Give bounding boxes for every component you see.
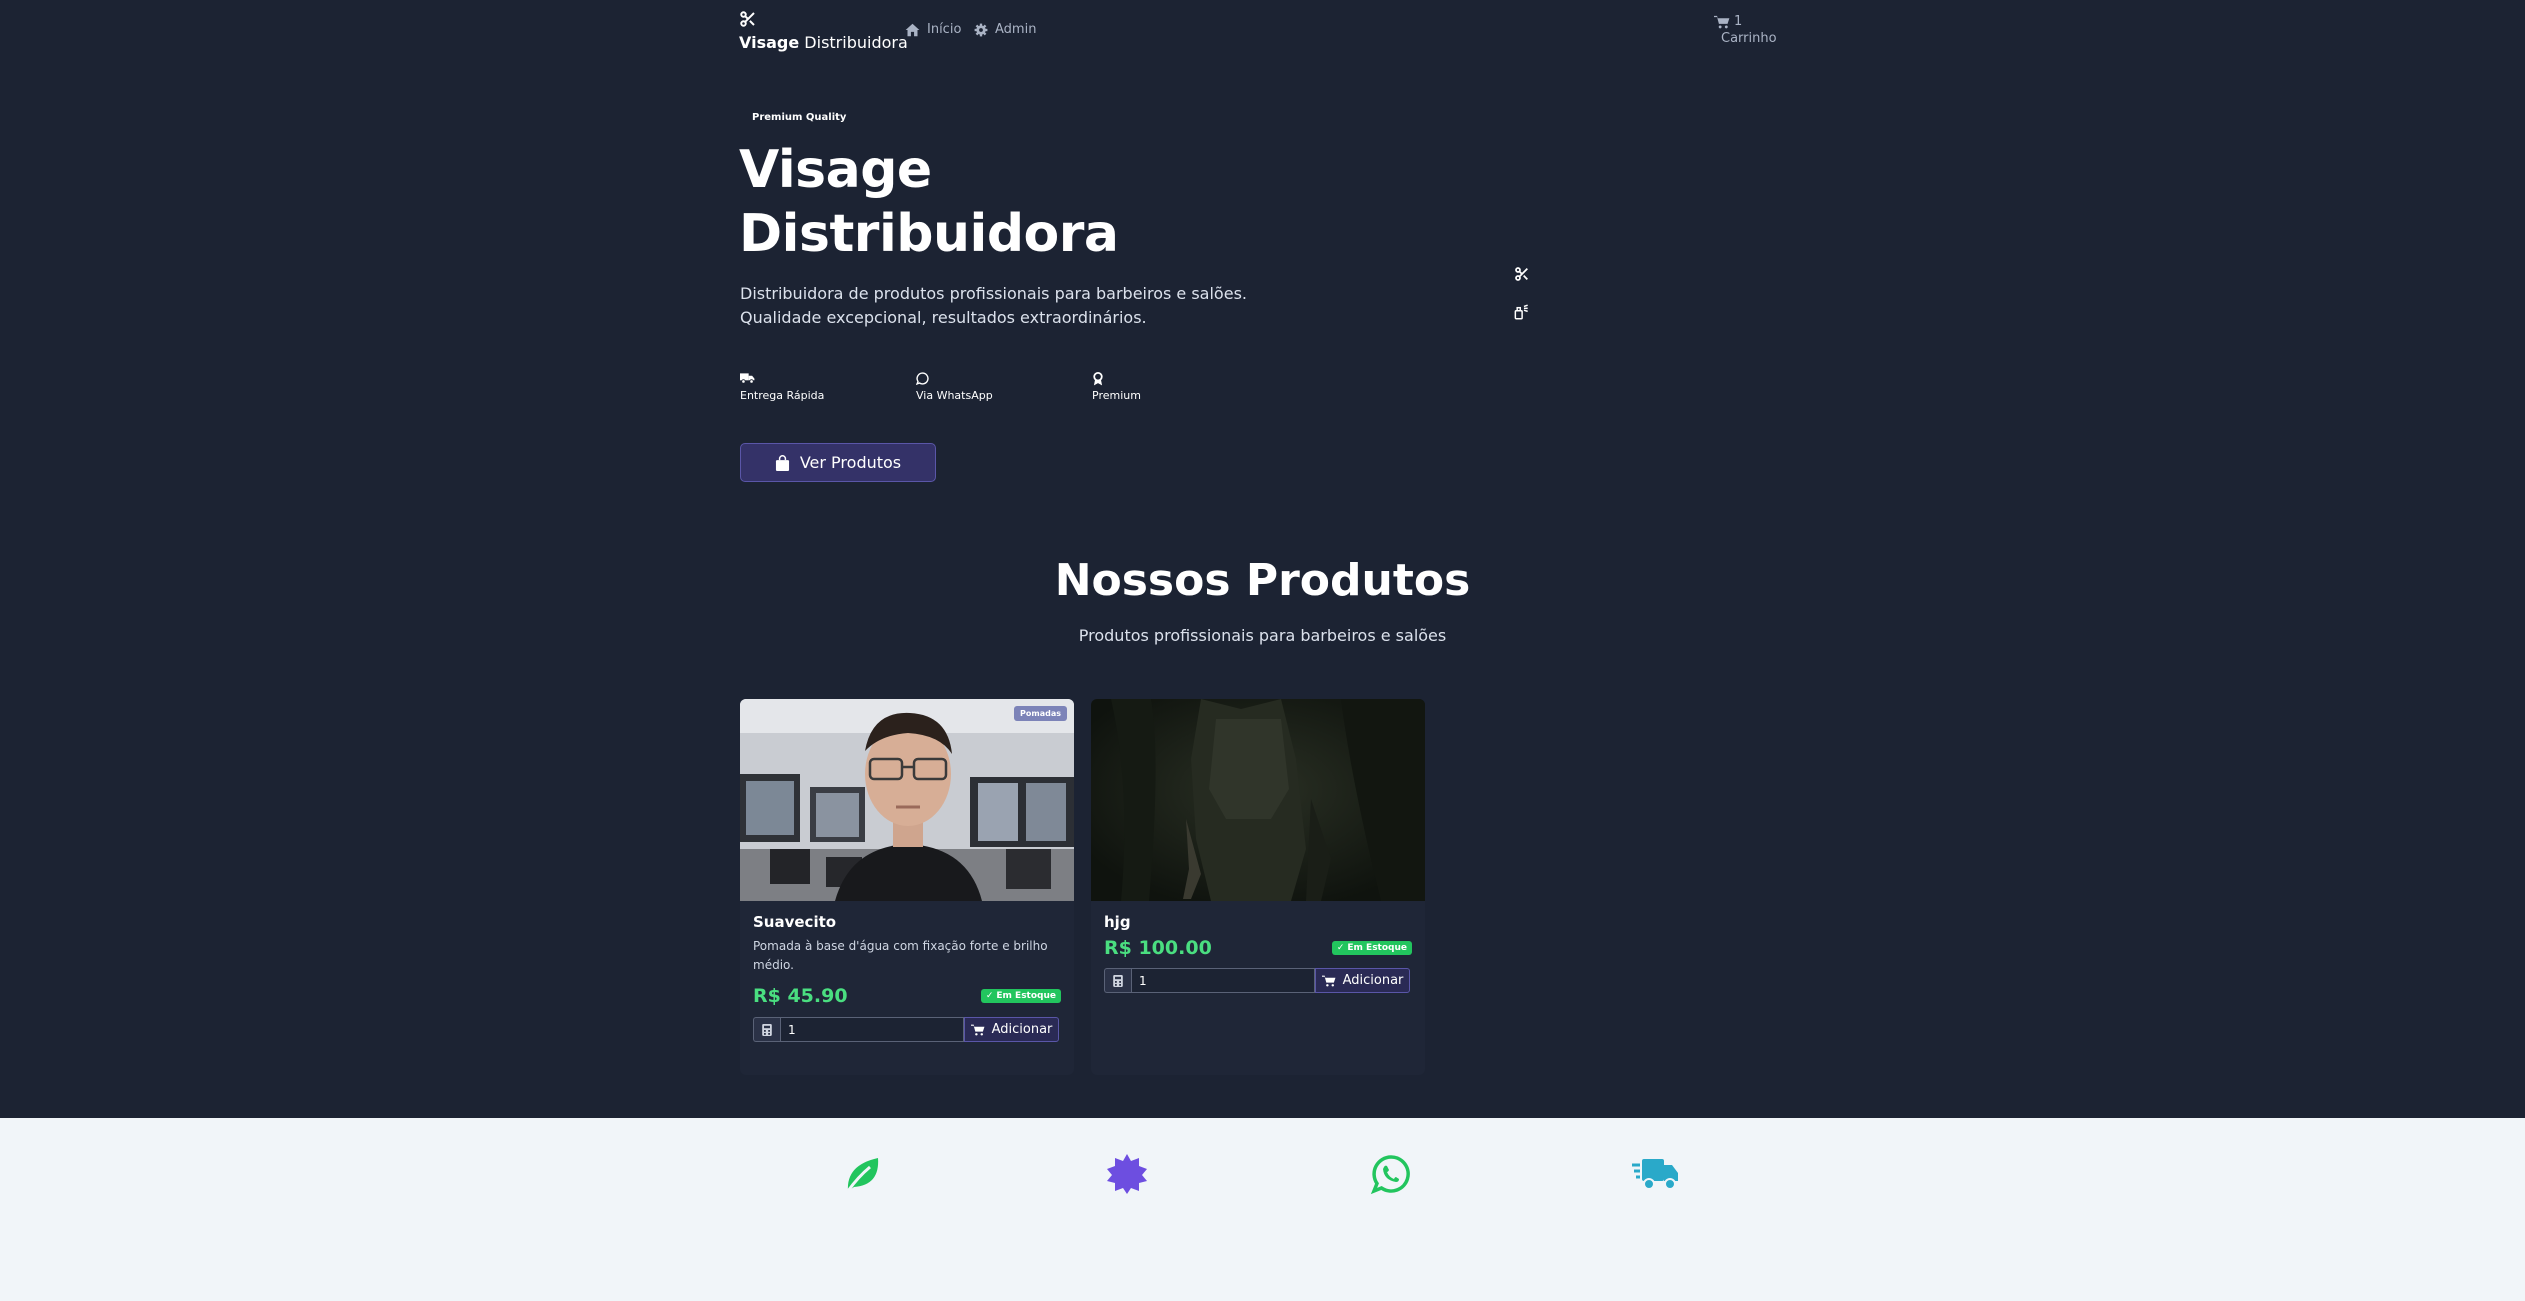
scissors-logo-icon[interactable]	[739, 10, 757, 28]
nav-link-admin[interactable]: Admin	[974, 22, 1036, 37]
home-icon	[905, 23, 920, 37]
hero-title-line: Visage	[739, 140, 932, 200]
ver-produtos-label: Ver Produtos	[799, 453, 902, 472]
brand-name[interactable]: Visage Distribuidora	[739, 33, 908, 52]
hero-description-line: Distribuidora de produtos profissionais …	[740, 284, 1247, 303]
product-image	[1091, 699, 1425, 901]
stock-badge: ✓ Em Estoque	[1331, 941, 1412, 955]
hero-title: Visage Distribuidora	[739, 138, 1119, 266]
cart-button[interactable]: 1 Carrinho	[1714, 14, 1777, 46]
whatsapp-icon	[1370, 1153, 1412, 1195]
section-title: Nossos Produtos	[1054, 555, 1471, 606]
product-name: hjg	[1104, 913, 1131, 931]
cart-count: 1	[1734, 14, 1743, 29]
product-card: Pomadas Suavecito Pomada à base d'água c…	[740, 699, 1074, 1075]
section-subtitle: Produtos profissionais para barbeiros e …	[1078, 626, 1447, 645]
check-icon: ✓	[1336, 943, 1345, 953]
feature-premium: Premium	[1092, 372, 1141, 402]
ver-produtos-button[interactable]: Ver Produtos	[740, 443, 936, 482]
stock-badge: ✓ Em Estoque	[980, 989, 1061, 1003]
product-card: hjg R$ 100.00 ✓ Em Estoque 1 Adicionar	[1091, 699, 1425, 1075]
product-price: R$ 100.00	[1104, 937, 1212, 959]
feature-label: Via WhatsApp	[916, 389, 993, 402]
stock-label: Em Estoque	[1347, 943, 1407, 953]
hero-description: Distribuidora de produtos profissionais …	[740, 282, 1300, 330]
product-image: Pomadas	[740, 699, 1074, 901]
product-price: R$ 45.90	[753, 985, 848, 1007]
add-to-cart-label: Adicionar	[1342, 973, 1404, 988]
add-to-cart-label: Adicionar	[991, 1022, 1053, 1037]
truck-fast-icon	[1632, 1153, 1678, 1195]
feature-entrega: Entrega Rápida	[740, 372, 824, 402]
add-to-cart-button[interactable]: Adicionar	[964, 1017, 1059, 1042]
cart-icon	[970, 1024, 985, 1036]
product-name: Suavecito	[753, 913, 837, 931]
badge-icon	[1106, 1153, 1148, 1195]
product-description: Pomada à base d'água com fixação forte e…	[753, 939, 1048, 972]
hero-description-line: Qualidade excepcional, resultados extrao…	[740, 308, 1147, 327]
nav-link-inicio[interactable]: Início	[905, 22, 961, 37]
add-to-cart-row: 1 Adicionar	[753, 1017, 1059, 1042]
feature-label: Premium	[1092, 389, 1141, 402]
award-icon	[1092, 372, 1106, 386]
cart-icon	[1714, 15, 1730, 29]
check-icon: ✓	[985, 991, 994, 1001]
stock-label: Em Estoque	[996, 991, 1056, 1001]
spray-bottle-icon	[1514, 304, 1530, 320]
scissors-icon	[1514, 266, 1530, 282]
add-to-cart-button[interactable]: Adicionar	[1315, 968, 1410, 993]
quantity-input[interactable]: 1	[1131, 968, 1315, 993]
nav-link-label: Início	[927, 22, 962, 37]
gear-icon	[974, 23, 988, 37]
feature-label: Entrega Rápida	[740, 389, 825, 402]
add-to-cart-row: 1 Adicionar	[1104, 968, 1410, 993]
shopping-bag-icon	[775, 454, 790, 471]
nav-link-label: Admin	[995, 22, 1037, 37]
cart-icon	[1321, 975, 1336, 987]
brand-name-bold: Visage	[739, 33, 800, 52]
brand-name-rest: Distribuidora	[799, 33, 908, 52]
truck-icon	[740, 372, 755, 386]
features-band	[0, 1118, 2525, 1301]
feature-whatsapp: Via WhatsApp	[916, 372, 993, 402]
category-badge: Pomadas	[1014, 706, 1067, 721]
calculator-icon	[1104, 968, 1131, 993]
leaf-icon	[842, 1153, 884, 1195]
cart-label: Carrinho	[1721, 31, 1777, 46]
hero-title-line: Distribuidora	[739, 204, 1119, 264]
calculator-icon	[753, 1017, 780, 1042]
quantity-input[interactable]: 1	[780, 1017, 964, 1042]
whatsapp-icon	[916, 372, 930, 386]
premium-quality-badge: Premium Quality	[752, 111, 847, 123]
